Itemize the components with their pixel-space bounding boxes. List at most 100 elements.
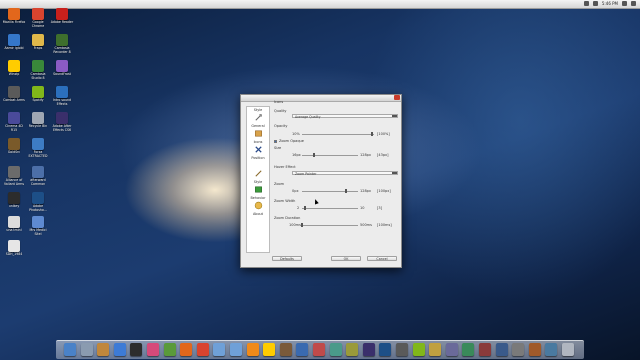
desktop-icon[interactable]: una tmini [2, 216, 26, 233]
desktop-icon[interactable]: GoldSrc [2, 138, 26, 155]
app-icon[interactable] [528, 343, 541, 356]
volume-icon[interactable] [592, 1, 598, 6]
quality-select[interactable]: Average Quality [292, 114, 398, 119]
desktop-icon[interactable]: SDH_1984 [2, 240, 26, 257]
winzip-icon[interactable] [263, 343, 276, 356]
desktop-icon[interactable]: Winzip [2, 60, 26, 77]
app-icon [56, 34, 68, 46]
sidebar-item-general[interactable]: General [247, 113, 269, 128]
sidebar-item-behavior[interactable]: Behavior [247, 185, 269, 200]
size-slider-track[interactable] [302, 155, 358, 156]
vlc-icon[interactable] [246, 343, 259, 356]
hover-effect-select[interactable]: Zoom Pointer [292, 171, 398, 176]
sidebar-item-position[interactable]: Position [247, 145, 269, 160]
sidebar-item-icons[interactable]: Icons [247, 129, 269, 144]
trash-icon[interactable] [562, 343, 574, 356]
photo-icon[interactable] [97, 343, 110, 356]
app-icon[interactable] [445, 343, 458, 356]
desktop-icon-label: GoldSrc [7, 150, 21, 154]
desktop-icon[interactable]: Cinema 4D R15 [2, 112, 26, 132]
opacity-slider-knob[interactable] [370, 132, 373, 136]
dialog-titlebar[interactable] [241, 95, 401, 102]
app-icon[interactable] [512, 343, 525, 356]
zoom-slider-track[interactable] [302, 191, 358, 192]
spotlight-icon[interactable] [622, 1, 627, 6]
close-icon[interactable] [394, 95, 400, 100]
app-icon[interactable] [495, 343, 508, 356]
camera-icon[interactable] [130, 343, 143, 356]
app-icon [32, 86, 44, 98]
desktop-icon[interactable]: Camtasia Recorder 8 [50, 34, 74, 54]
desktop-icon[interactable]: Mozilla Firefox [2, 8, 26, 25]
desktop-icon[interactable]: Camtasia Studio 8 [26, 60, 50, 80]
firefox-icon[interactable] [180, 343, 193, 356]
desktop-icon[interactable]: Fraps [26, 34, 50, 51]
desktop-icon[interactable]: unikey [2, 192, 26, 209]
zoom-width-value: [3] [377, 206, 382, 210]
app-icon[interactable] [346, 343, 359, 356]
desktop-icon[interactable]: Adobe Photosho... [26, 192, 50, 212]
wifi-icon[interactable] [583, 1, 589, 6]
sidebar-item-style[interactable]: Style [247, 169, 269, 184]
app-icon[interactable] [279, 343, 292, 356]
app-icon[interactable] [545, 343, 558, 356]
cancel-button[interactable]: Cancel [367, 256, 397, 261]
desktop-icon[interactable]: Recycle Bin [26, 112, 50, 129]
app-icon[interactable] [329, 343, 342, 356]
desktop-icon[interactable]: Forza EXTRACTED [26, 138, 50, 158]
ok-button[interactable]: OK [331, 256, 361, 261]
launchpad-icon[interactable] [80, 343, 93, 356]
app-icon[interactable] [462, 343, 475, 356]
app-icon[interactable] [313, 343, 325, 356]
sidebar-item-about[interactable]: About [247, 201, 269, 216]
folder-icon[interactable] [213, 343, 226, 356]
zoom-width-slider-knob[interactable] [304, 206, 307, 210]
zoom-opaque-checkbox[interactable] [274, 140, 277, 143]
opacity-label: Opacity [274, 124, 288, 128]
folder-icon[interactable] [230, 343, 242, 356]
desktop-icon-label: Recycle Bin [28, 124, 48, 128]
dock [56, 340, 584, 359]
notification-icon[interactable] [631, 1, 636, 6]
size-value: [43px] [377, 153, 389, 157]
desktop-icon[interactable]: SoundFrost [50, 60, 74, 77]
app-icon[interactable] [296, 343, 309, 356]
ie-icon[interactable] [113, 343, 126, 356]
desktop-icon[interactable]: Aamir iglobi [2, 34, 26, 51]
menubar-clock[interactable]: 5:46 PM [602, 1, 618, 6]
zoom-duration-slider-track[interactable] [302, 225, 358, 226]
spotify-icon[interactable] [412, 343, 425, 356]
app-icon[interactable] [396, 343, 408, 356]
zoom-width-slider-track[interactable] [302, 208, 358, 209]
preferences-sidebar: Style General Icons Position Style Behav… [246, 106, 270, 253]
desktop-icon[interactable]: Combat Arms [2, 86, 26, 103]
app-icon[interactable] [479, 343, 491, 356]
hover-effect-label: Hover Effect [274, 165, 296, 169]
desktop-icon-label: Mrs Medici Sitel [29, 228, 47, 236]
desktop-icon[interactable]: Google Chrome [26, 8, 50, 28]
opacity-slider-track[interactable] [302, 134, 374, 135]
app-icon[interactable] [163, 343, 176, 356]
ae-icon[interactable] [362, 343, 375, 356]
chrome-icon[interactable] [196, 343, 209, 356]
desktop-icon[interactable]: Spotify [26, 86, 50, 103]
desktop-icon[interactable]: Mrs Medici Sitel [26, 216, 50, 236]
sidebar-item-style-top[interactable]: Style [247, 108, 269, 112]
zoom-slider-knob[interactable] [344, 189, 347, 193]
defaults-button[interactable]: Defaults [272, 256, 302, 261]
desktop-icon-label: Mozilla Firefox [2, 20, 26, 24]
desktop-icon[interactable]: Adobe Reader [50, 8, 74, 25]
cross-arrows-icon [254, 146, 262, 153]
desktop-icon[interactable]: Intro sound Effects [50, 86, 74, 106]
finder-icon[interactable] [64, 343, 76, 356]
desktop-icon[interactable]: Adobe After Effects CS6 [50, 112, 74, 132]
size-slider-knob[interactable] [313, 153, 316, 157]
desktop-icon[interactable]: afterward Common [26, 166, 50, 186]
wrench-icon [254, 114, 262, 121]
ps-icon[interactable] [379, 343, 392, 356]
zoom-duration-slider-knob[interactable] [301, 223, 303, 227]
app-icon [32, 60, 44, 72]
app-icon[interactable] [429, 343, 442, 356]
itunes-icon[interactable] [147, 343, 159, 356]
desktop-icon[interactable]: Alliance of Valiant Arms [2, 166, 26, 186]
